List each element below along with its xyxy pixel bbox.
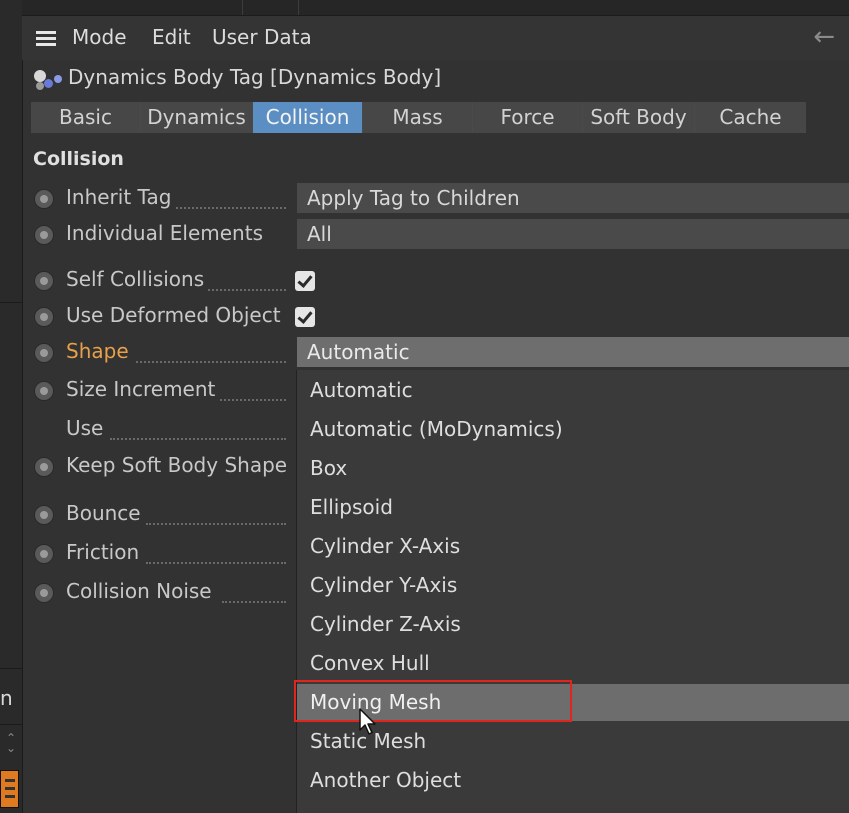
animate-radio-icon[interactable] (34, 381, 54, 401)
self-collisions-checkbox[interactable] (295, 271, 315, 291)
shape-option[interactable]: Another Object (297, 762, 849, 799)
shape-option[interactable]: Automatic (297, 372, 849, 409)
tab-mass[interactable]: Mass (363, 102, 472, 133)
tab-soft-body[interactable]: Soft Body (583, 102, 694, 133)
animate-radio-icon[interactable] (34, 457, 54, 477)
shape-option[interactable]: Ellipsoid (297, 489, 849, 526)
dynamics-tag-icon (32, 68, 64, 92)
label-dots (136, 359, 286, 363)
shape-option[interactable]: Convex Hull (297, 645, 849, 682)
annotation-highlight-box (294, 680, 572, 722)
tab-dynamics[interactable]: Dynamics (141, 102, 252, 133)
tab-force[interactable]: Force (473, 102, 582, 133)
shape-dropdown[interactable]: Automatic (297, 337, 849, 367)
tab-basic[interactable]: Basic (31, 102, 140, 133)
back-arrow-icon[interactable]: ← (813, 22, 835, 52)
shape-dropdown-menu: Automatic Automatic (MoDynamics) Box Ell… (296, 370, 849, 813)
animate-radio-icon[interactable] (34, 271, 54, 291)
inherit-tag-label: Inherit Tag (66, 185, 172, 209)
tab-collision[interactable]: Collision (253, 102, 362, 133)
individual-elements-dropdown[interactable]: All (297, 219, 849, 249)
shape-option[interactable]: Automatic (MoDynamics) (297, 411, 849, 448)
animate-radio-icon[interactable] (34, 343, 54, 363)
label-dots (176, 205, 286, 209)
shape-option[interactable]: Cylinder Y-Axis (297, 567, 849, 604)
shape-label: Shape (66, 339, 129, 363)
friction-label: Friction (66, 540, 140, 564)
menu-edit[interactable]: Edit (152, 25, 191, 49)
menu-user-data[interactable]: User Data (212, 25, 312, 49)
animate-radio-icon[interactable] (34, 583, 54, 603)
stepper-arrows-icon[interactable]: ⌃ ⌄ (6, 732, 16, 754)
menu-bar: Mode Edit User Data ← (22, 16, 849, 60)
use-deformed-object-checkbox[interactable] (295, 307, 315, 327)
top-bar (22, 0, 849, 16)
shape-option[interactable]: Cylinder X-Axis (297, 528, 849, 565)
self-collisions-label: Self Collisions (66, 267, 205, 291)
label-dots (222, 599, 286, 603)
animate-radio-icon[interactable] (34, 505, 54, 525)
orange-grid-icon[interactable] (0, 770, 19, 808)
use-label: Use (66, 416, 104, 440)
use-deformed-object-label: Use Deformed Object (66, 303, 281, 327)
animate-radio-icon[interactable] (34, 225, 54, 245)
label-dots (110, 436, 286, 440)
hamburger-menu-icon[interactable] (36, 31, 56, 47)
individual-elements-label: Individual Elements (66, 221, 263, 245)
object-title: Dynamics Body Tag [Dynamics Body] (68, 65, 442, 89)
left-panel-letter: n (0, 686, 13, 710)
shape-option[interactable]: Cylinder Z-Axis (297, 606, 849, 643)
label-dots (146, 560, 286, 564)
label-dots (146, 521, 286, 525)
mouse-cursor-icon (359, 708, 376, 735)
bounce-label: Bounce (66, 501, 141, 525)
size-increment-label: Size Increment (66, 377, 216, 401)
inherit-tag-dropdown[interactable]: Apply Tag to Children (297, 183, 849, 213)
tab-bar: Basic Dynamics Collision Mass Force Soft… (31, 102, 806, 133)
label-dots (208, 287, 286, 291)
shape-option[interactable]: Static Mesh (297, 723, 849, 760)
collision-noise-label: Collision Noise (66, 579, 212, 603)
keep-soft-body-shape-label: Keep Soft Body Shape (66, 453, 288, 477)
animate-radio-icon[interactable] (34, 307, 54, 327)
label-dots (220, 397, 286, 401)
tab-cache[interactable]: Cache (695, 102, 806, 133)
shape-option[interactable]: Box (297, 450, 849, 487)
animate-radio-icon[interactable] (34, 189, 54, 209)
section-title: Collision (33, 148, 124, 170)
animate-radio-icon[interactable] (34, 544, 54, 564)
menu-mode[interactable]: Mode (72, 25, 127, 49)
